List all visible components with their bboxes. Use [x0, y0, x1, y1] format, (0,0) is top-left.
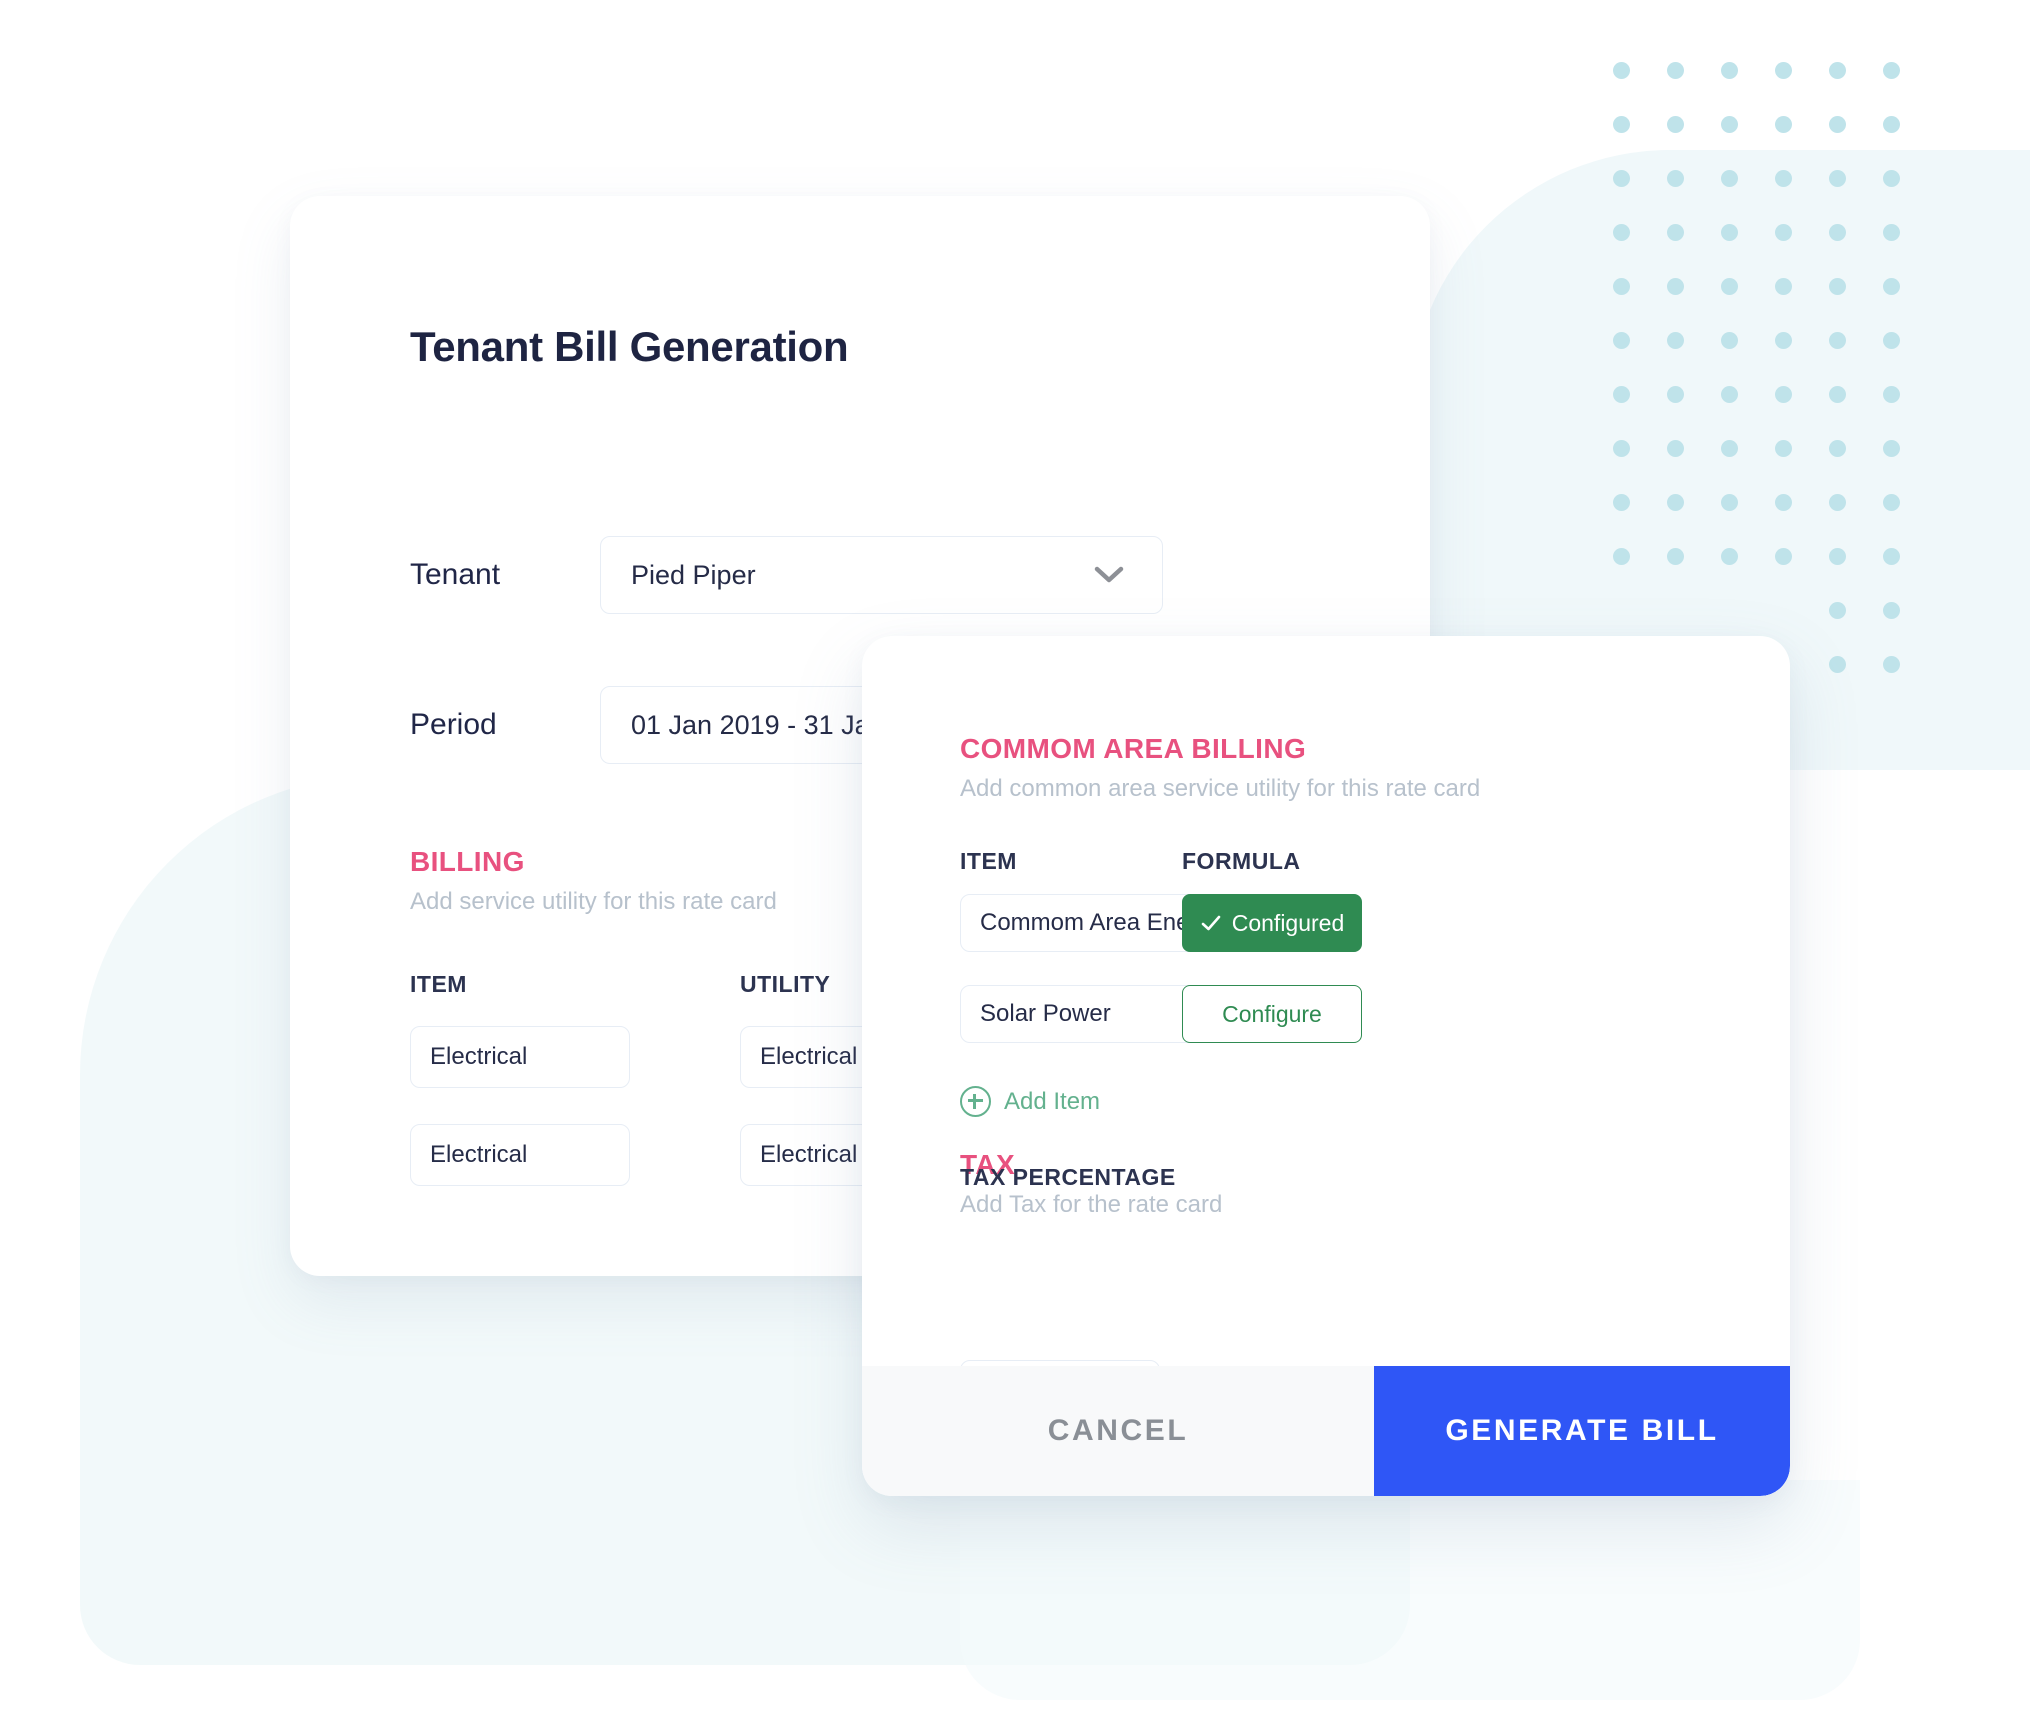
billing-section-subtitle: Add service utility for this rate card [410, 888, 777, 915]
app-canvas: Tenant Bill Generation Tenant Pied Piper… [0, 0, 2036, 1720]
check-icon [1201, 915, 1221, 931]
billing-column-header-utility: UTILITY [740, 971, 831, 997]
billing-item-input-1[interactable]: Electrical [410, 1026, 630, 1088]
common-area-column-header-formula: FORMULA [1182, 848, 1301, 874]
billing-utility-value-1: Electrical [760, 1043, 858, 1070]
chevron-down-icon [1094, 566, 1124, 583]
tenant-field-label: Tenant [410, 558, 501, 591]
billing-item-value-2: Electrical [430, 1141, 528, 1168]
billing-item-input-2[interactable]: Electrical [410, 1124, 630, 1186]
billing-section-title: BILLING [410, 846, 525, 877]
common-area-item-value-2: Solar Power [980, 1000, 1111, 1027]
formula-configured-button[interactable]: Configured [1182, 894, 1362, 952]
add-item-label: Add Item [1004, 1087, 1101, 1115]
add-item-button[interactable]: Add Item [960, 1086, 1100, 1117]
card-footer: CANCEL GENERATE BILL [862, 1366, 1790, 1496]
common-area-column-header-item: ITEM [960, 848, 1017, 874]
formula-configure-button[interactable]: Configure [1182, 985, 1362, 1043]
formula-configured-label: Configured [1231, 909, 1345, 936]
tax-section-subtitle: Add Tax for the rate card [960, 1191, 1223, 1218]
billing-utility-value-2: Electrical [760, 1141, 858, 1168]
generate-bill-button[interactable]: GENERATE BILL [1374, 1366, 1790, 1496]
cancel-button[interactable]: CANCEL [862, 1366, 1374, 1496]
common-area-section-header: COMMOM AREA BILLING Add common area serv… [960, 733, 1480, 803]
formula-configure-label: Configure [1222, 1000, 1322, 1027]
tenant-field-row: Tenant Pied Piper [410, 536, 1163, 614]
page-title: Tenant Bill Generation [410, 323, 849, 370]
tenant-select[interactable]: Pied Piper [600, 536, 1163, 614]
background-blob-bottom [960, 1480, 1860, 1700]
billing-item-value-1: Electrical [430, 1043, 528, 1070]
tenant-select-value: Pied Piper [631, 559, 756, 590]
common-area-section-title: COMMOM AREA BILLING [960, 733, 1307, 764]
billing-column-header-item: ITEM [410, 971, 467, 997]
common-area-billing-card: COMMOM AREA BILLING Add common area serv… [862, 636, 1790, 1496]
plus-circle-icon [960, 1086, 991, 1117]
common-area-section-subtitle: Add common area service utility for this… [960, 775, 1481, 802]
billing-section-header: BILLING Add service utility for this rat… [410, 846, 777, 916]
decorative-dot-grid [1613, 62, 1937, 710]
period-field-label: Period [410, 708, 497, 741]
tax-percentage-label: TAX PERCENTAGE [960, 1164, 1176, 1190]
